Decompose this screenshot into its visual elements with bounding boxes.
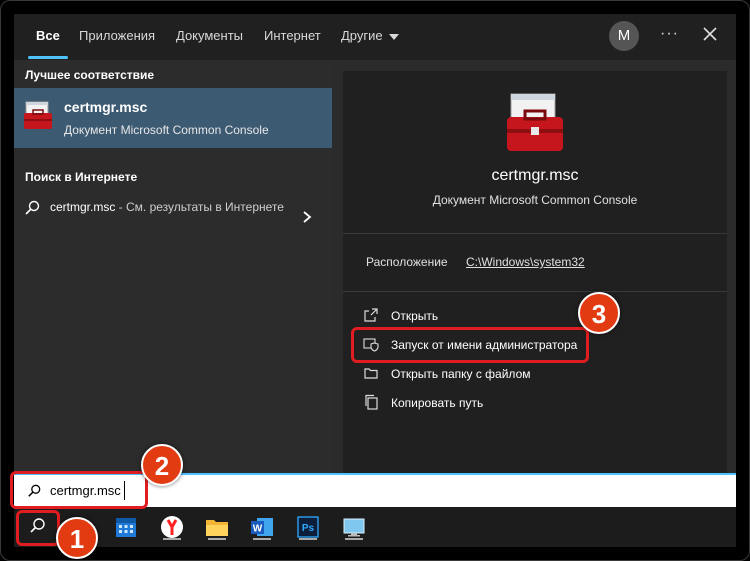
step-badge-3: 3 [578, 292, 620, 334]
location-link[interactable]: C:\Windows\system32 [466, 255, 585, 269]
open-icon [364, 308, 378, 322]
web-search-query: certmgr.msc [50, 200, 116, 214]
file-explorer-button[interactable] [202, 512, 232, 542]
search-filter-bar: Все Приложения Документы Интернет Другие… [14, 14, 736, 60]
svg-text:W: W [253, 524, 263, 535]
calendar-app-button[interactable] [111, 512, 141, 542]
photoshop-app-button[interactable]: Ps [293, 512, 323, 542]
chevron-right-icon[interactable] [302, 210, 312, 224]
detail-panel: certmgr.msc Документ Microsoft Common Co… [343, 71, 727, 473]
web-search-header: Поиск в Интернете [25, 170, 138, 184]
chevron-down-icon [388, 33, 399, 40]
divider [343, 233, 727, 234]
calendar-icon [116, 518, 136, 537]
tab-documents[interactable]: Документы [176, 28, 243, 43]
taskbar: W Ps [14, 507, 736, 547]
console-toolbox-icon [24, 101, 52, 129]
running-indicator [208, 538, 226, 540]
run-as-admin-highlight [351, 327, 589, 363]
svg-text:Ps: Ps [302, 523, 315, 534]
open-action-label: Открыть [391, 309, 439, 323]
start-search-window: Все Приложения Документы Интернет Другие… [14, 14, 736, 547]
detail-app-name: certmgr.msc [491, 167, 579, 184]
web-search-item[interactable]: certmgr.msc - См. результаты в Интернете [14, 190, 332, 236]
results-panel: Лучшее соответствие certmgr.msc Документ… [14, 60, 332, 473]
best-match-item[interactable]: certmgr.msc Документ Microsoft Common Co… [14, 88, 332, 148]
web-search-suffix: - См. результаты в Интернете [115, 200, 284, 214]
tab-internet[interactable]: Интернет [264, 28, 321, 43]
copy-path-label: Копировать путь [391, 396, 484, 410]
more-options-icon[interactable]: ··· [660, 25, 679, 43]
search-icon [25, 200, 40, 215]
close-icon[interactable] [700, 24, 720, 44]
step-badge-2: 2 [141, 444, 183, 486]
tab-other-label: Другие [341, 28, 383, 43]
best-match-title: certmgr.msc [64, 99, 148, 115]
active-tab-indicator [28, 56, 68, 59]
yandex-browser-button[interactable] [157, 512, 187, 542]
step-badge-1: 1 [56, 517, 98, 559]
open-folder-label: Открыть папку с файлом [391, 367, 531, 381]
running-indicator [345, 538, 363, 540]
taskbar-search-highlight [16, 510, 60, 546]
divider [343, 291, 727, 292]
location-label: Расположение [366, 255, 448, 269]
tab-apps[interactable]: Приложения [79, 28, 155, 43]
word-app-button[interactable]: W [247, 512, 277, 542]
console-toolbox-icon [507, 93, 563, 151]
running-indicator [253, 538, 271, 540]
remote-desktop-button[interactable] [339, 512, 369, 542]
tab-all[interactable]: Все [36, 28, 60, 43]
avatar[interactable]: M [609, 21, 639, 51]
copy-icon [365, 394, 378, 410]
running-indicator [299, 538, 317, 540]
detail-app-type: Документ Microsoft Common Console [432, 193, 638, 207]
running-indicator [163, 538, 181, 540]
search-bar-highlight [10, 471, 148, 509]
tab-other[interactable]: Другие [341, 28, 399, 43]
folder-icon [364, 368, 378, 379]
best-match-subtitle: Документ Microsoft Common Console [64, 123, 269, 137]
best-match-header: Лучшее соответствие [25, 68, 155, 82]
